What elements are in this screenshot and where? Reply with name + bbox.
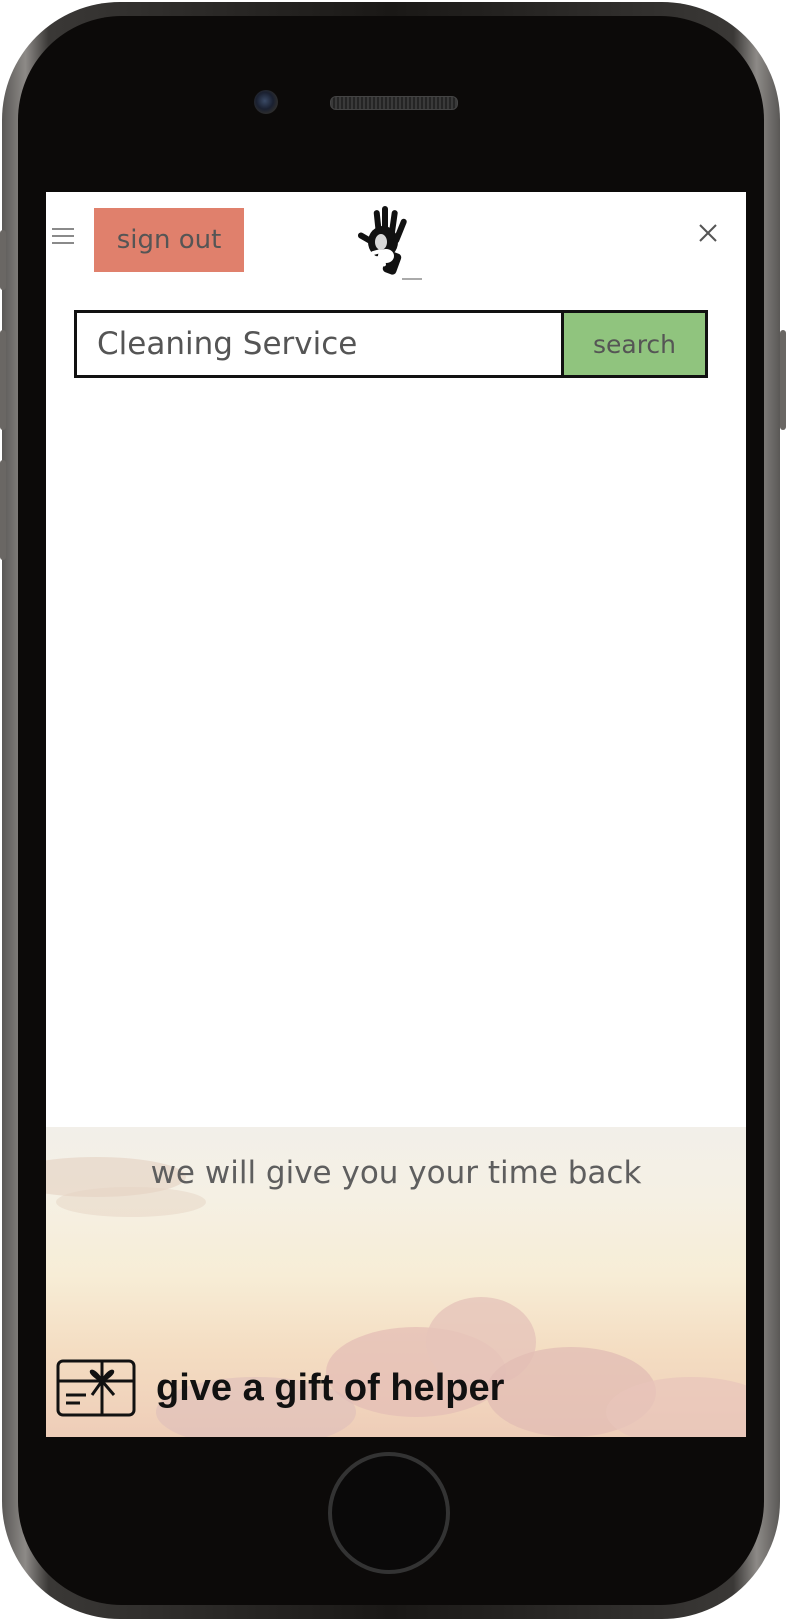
mute-switch <box>0 230 6 290</box>
search-button[interactable]: search <box>561 313 705 375</box>
gift-link[interactable]: give a gift of helper <box>56 1355 504 1421</box>
hero-banner: we will give you your time back give a g… <box>46 1127 746 1437</box>
power-button <box>780 330 786 430</box>
gift-label: give a gift of helper <box>156 1366 505 1409</box>
search-input[interactable] <box>77 313 561 375</box>
menu-icon[interactable] <box>52 228 74 244</box>
app-screen: sign out search <box>46 192 746 1437</box>
earpiece-speaker <box>330 96 458 110</box>
logo-caption <box>402 278 422 280</box>
search-bar: search <box>74 310 708 378</box>
tagline: we will give you your time back <box>150 1155 642 1191</box>
sign-out-button[interactable]: sign out <box>94 208 244 272</box>
volume-up-button <box>0 330 6 430</box>
volume-down-button <box>0 460 6 560</box>
gift-card-icon <box>56 1359 136 1417</box>
front-camera <box>254 90 278 114</box>
home-button[interactable] <box>328 1452 450 1574</box>
sky-cloud <box>56 1187 206 1217</box>
close-icon[interactable] <box>697 222 719 244</box>
hand-logo-icon <box>357 206 407 275</box>
